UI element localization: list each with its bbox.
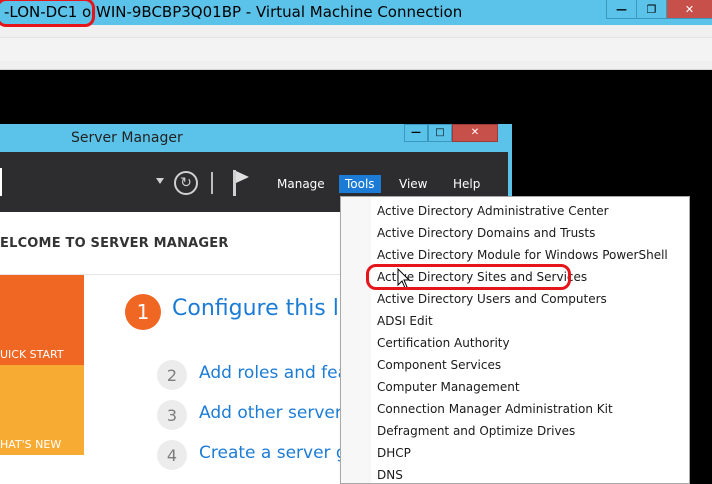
vm-close-button[interactable]: ✕ bbox=[666, 0, 712, 19]
breadcrumb-edge bbox=[0, 168, 2, 196]
refresh-icon[interactable]: ↻ bbox=[174, 171, 198, 195]
menu-item-adsi-edit[interactable]: ADSI Edit bbox=[377, 310, 433, 332]
flag-icon[interactable] bbox=[231, 170, 251, 196]
server-manager-title: Server Manager bbox=[71, 130, 183, 146]
vm-menu-bar bbox=[0, 25, 712, 70]
menu-tools[interactable]: Tools bbox=[339, 175, 381, 193]
menu-item-component-services[interactable]: Component Services bbox=[377, 354, 501, 376]
menu-help[interactable]: Help bbox=[453, 175, 480, 193]
sm-maximize-button[interactable]: □ bbox=[428, 124, 452, 142]
menu-item-ad-powershell[interactable]: Active Directory Module for Windows Powe… bbox=[377, 244, 668, 266]
sm-window-controls: — □ ✕ bbox=[404, 124, 498, 142]
menu-item-ad-domains-trusts[interactable]: Active Directory Domains and Trusts bbox=[377, 222, 595, 244]
step-1-badge: 1 bbox=[125, 294, 161, 330]
welcome-title: ELCOME TO SERVER MANAGER bbox=[0, 236, 229, 251]
vm-restore-button[interactable]: ❐ bbox=[636, 0, 666, 19]
sm-minimize-button[interactable]: — bbox=[404, 124, 428, 142]
annotation-vm-name bbox=[0, 0, 95, 27]
step-3-link[interactable]: Add other servers bbox=[199, 403, 351, 423]
step-1-link[interactable]: Configure this loc bbox=[172, 296, 364, 321]
step-4-link[interactable]: Create a server gr bbox=[199, 443, 354, 463]
menu-item-cmak[interactable]: Connection Manager Administration Kit bbox=[377, 398, 613, 420]
header-divider bbox=[211, 172, 213, 194]
whats-new-tile[interactable]: HAT'S NEW bbox=[0, 365, 84, 455]
step-4-badge: 4 bbox=[157, 440, 187, 470]
annotation-ad-sites-services bbox=[366, 264, 571, 290]
step-3-badge: 3 bbox=[157, 400, 187, 430]
quick-start-tile[interactable]: UICK START bbox=[0, 275, 84, 365]
menu-item-dhcp[interactable]: DHCP bbox=[377, 442, 411, 464]
menu-item-ad-admin-center[interactable]: Active Directory Administrative Center bbox=[377, 200, 609, 222]
vm-toolbar-strip bbox=[0, 37, 712, 61]
vm-minimize-button[interactable]: — bbox=[606, 0, 636, 19]
quick-start-label: UICK START bbox=[0, 348, 64, 361]
menu-view[interactable]: View bbox=[399, 175, 427, 193]
vm-title-bar: -LON-DC1 o WIN-9BCBP3Q01BP - Virtual Mac… bbox=[0, 0, 712, 25]
step-2-badge: 2 bbox=[157, 360, 187, 390]
chevron-down-icon[interactable] bbox=[156, 178, 164, 184]
server-manager-title-bar[interactable]: Server Manager — □ ✕ bbox=[0, 124, 512, 152]
menu-gutter bbox=[341, 197, 371, 483]
menu-item-computer-management[interactable]: Computer Management bbox=[377, 376, 520, 398]
menu-manage[interactable]: Manage bbox=[277, 175, 325, 193]
menu-item-ad-users-computers[interactable]: Active Directory Users and Computers bbox=[377, 288, 607, 310]
vm-window-controls: — ❐ ✕ bbox=[606, 0, 712, 20]
tools-dropdown-menu: Active Directory Administrative Center A… bbox=[340, 196, 690, 484]
menu-item-certification-authority[interactable]: Certification Authority bbox=[377, 332, 510, 354]
sm-close-button[interactable]: ✕ bbox=[452, 124, 498, 142]
menu-item-defragment[interactable]: Defragment and Optimize Drives bbox=[377, 420, 575, 442]
menu-item-dns[interactable]: DNS bbox=[377, 464, 403, 484]
whats-new-label: HAT'S NEW bbox=[0, 438, 62, 451]
step-2-link[interactable]: Add roles and feat bbox=[199, 363, 355, 383]
